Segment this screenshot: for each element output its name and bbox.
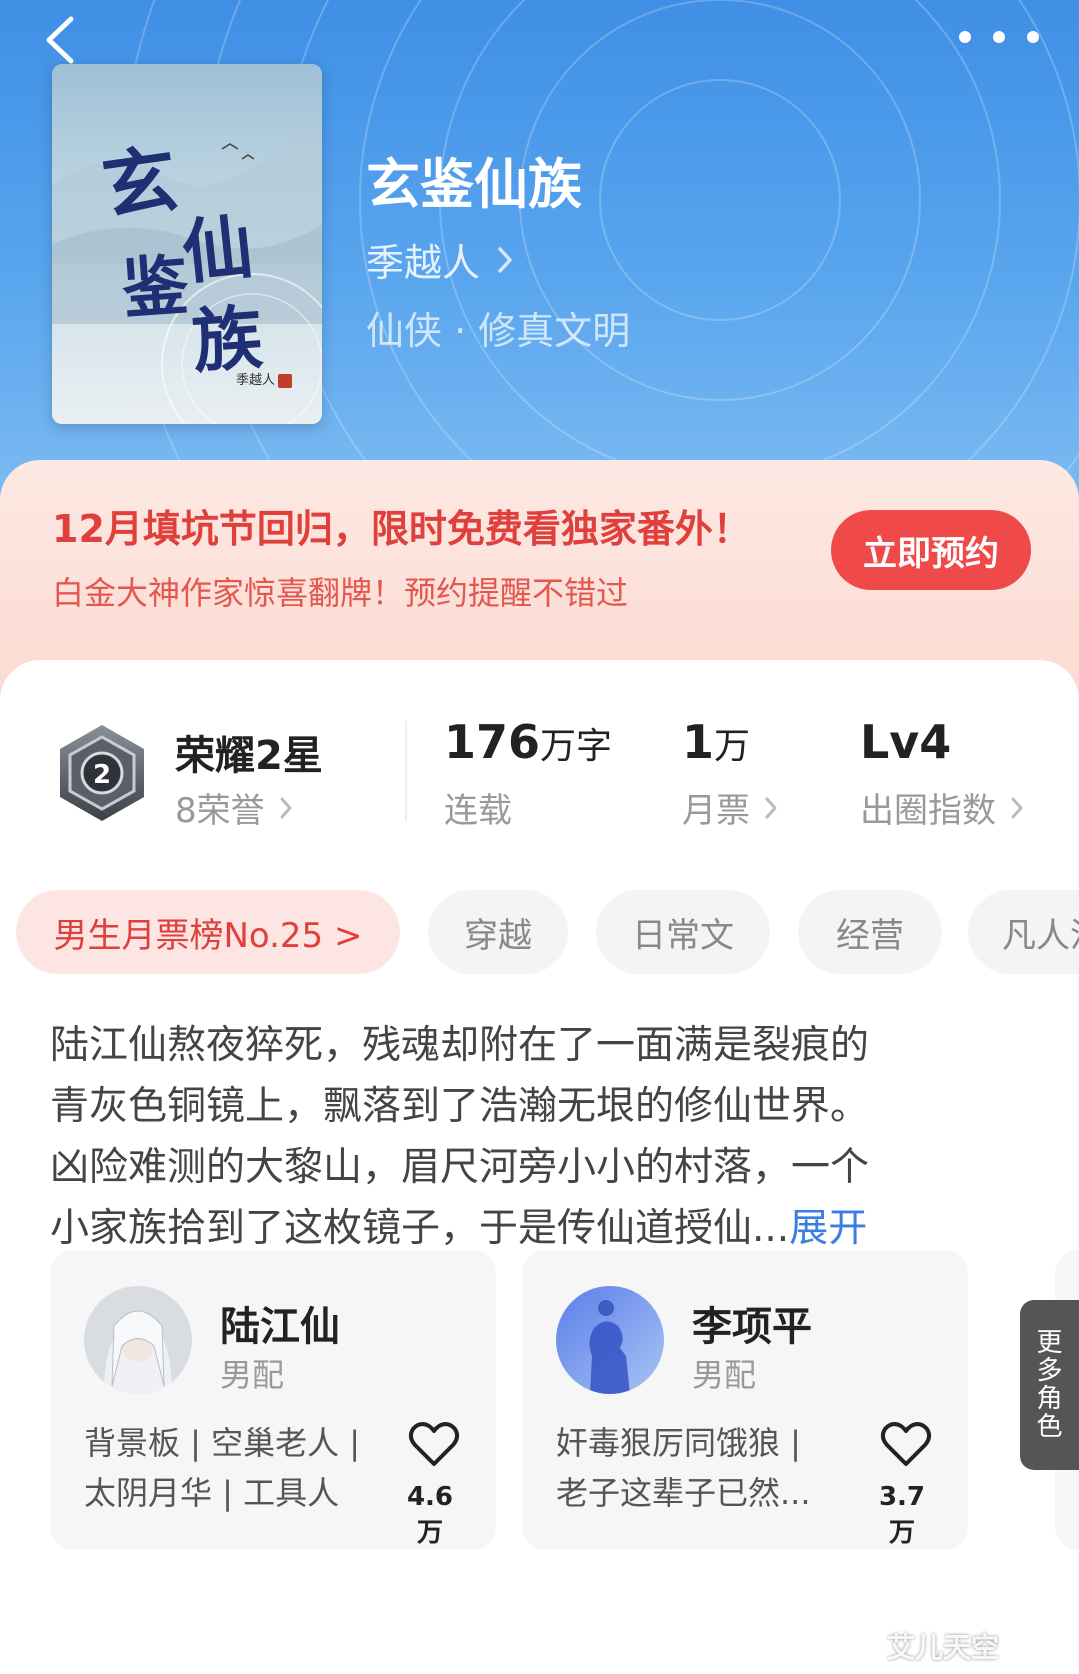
character-role: 男配 [220,1356,285,1394]
character-card[interactable]: 陆江仙 男配 背景板 | 空巢老人 | 太阴月华 | 工具人 4.6万 [50,1250,496,1550]
avatar [84,1286,192,1394]
promo-subtitle: 白金大神作家惊喜翻牌！预约提醒不错过 [52,574,629,612]
honor-count: 8荣誉 [175,791,265,831]
word-count-stat: 176万字 连载 [444,715,613,831]
monthly-ticket-stat[interactable]: 1万 月票 [682,715,778,832]
avatar [556,1286,664,1394]
expand-link[interactable]: 展开 [789,1206,867,1251]
divider [405,721,407,821]
honor-badge-icon[interactable]: 2 [52,723,152,823]
honor-title: 荣耀2星 [175,733,323,779]
book-title: 玄鉴仙族 [366,152,582,216]
author-link[interactable]: 季越人 [366,232,514,287]
book-genre: 仙侠 · 修真文明 [366,309,631,353]
promo-title: 12月填坑节回归，限时免费看独家番外！ [52,507,751,551]
tag-chip[interactable]: 穿越 [428,890,568,974]
honor-link[interactable]: 8荣誉 [175,783,293,832]
popularity-index-stat[interactable]: Lv4 出圈指数 [860,715,1024,832]
character-tags: 奸毒狠厉同饿狼 | 老子这辈子已然... [556,1424,811,1512]
book-header: 玄 仙 鉴 族 季越人 玄鉴仙族 季越人 仙侠 · 修真文明 [0,0,1079,520]
more-button[interactable] [959,22,1039,52]
more-dots-icon [959,31,971,43]
cover-author: 季越人 [236,369,292,388]
watermark: 艾儿天空 [886,1631,999,1664]
character-name: 李项平 [692,1304,812,1350]
heart-icon[interactable] [880,1420,932,1468]
tag-chip[interactable]: 日常文 [596,890,770,974]
stats-row: 2 荣耀2星 8荣誉 176万字 连载 1万 月票 Lv4 出圈指数 [0,715,1079,835]
more-characters-button[interactable]: 更 多 角 色 [1020,1300,1079,1470]
book-cover[interactable]: 玄 仙 鉴 族 季越人 [52,64,322,424]
character-name: 陆江仙 [220,1304,340,1350]
ranking-tag[interactable]: 男生月票榜No.25 > [16,890,400,974]
reserve-button[interactable]: 立即预约 [831,510,1031,590]
badge-number: 2 [93,760,111,790]
heart-icon[interactable] [408,1420,460,1468]
seal-icon [278,373,292,388]
tag-chip[interactable]: 经营 [798,890,942,974]
character-tags: 背景板 | 空巢老人 | 太阴月华 | 工具人 [84,1424,361,1512]
character-card[interactable]: 李项平 男配 奸毒狠厉同饿狼 | 老子这辈子已然... 3.7万 [522,1250,968,1550]
chevron-right-icon [280,797,292,818]
chevron-right-icon [498,246,512,273]
chevron-left-icon [46,16,74,64]
tag-list: 男生月票榜No.25 > 穿越 日常文 经营 凡人流 [0,890,1079,980]
chevron-right-icon [1011,797,1023,818]
like-count: 4.6万 [406,1482,454,1548]
book-description[interactable]: 陆江仙熬夜猝死，残魂却附在了一面满是裂痕的 青灰色铜镜上，飘落到了浩瀚无垠的修仙… [50,1015,1040,1259]
tag-chip[interactable]: 凡人流 [968,890,1079,974]
character-role: 男配 [692,1356,757,1394]
cover-char: 玄 [97,136,183,232]
cover-char: 鉴 [119,245,191,329]
like-count: 3.7万 [878,1482,926,1548]
author-name: 季越人 [366,241,481,285]
chevron-right-icon [765,797,777,818]
back-button[interactable] [30,10,90,70]
